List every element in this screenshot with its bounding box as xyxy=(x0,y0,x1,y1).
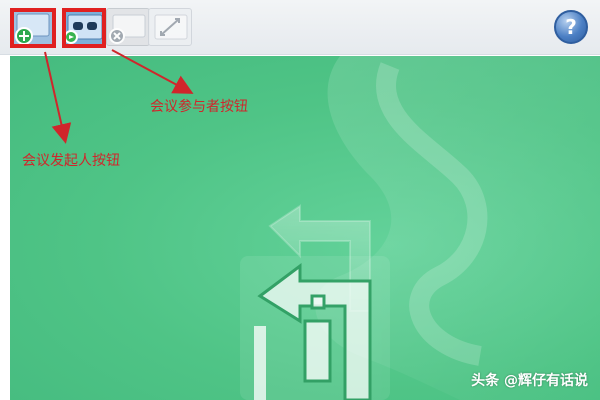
participant-icon xyxy=(64,14,103,44)
help-button[interactable]: ? xyxy=(554,10,588,44)
close-icon xyxy=(109,14,146,44)
watermark: 头条 @辉仔有话说 xyxy=(471,373,588,389)
expand-button[interactable] xyxy=(148,8,192,46)
background-smoke xyxy=(240,56,600,400)
meeting-participant-button[interactable] xyxy=(62,8,106,46)
add-user-icon xyxy=(15,13,50,45)
meeting-participant-annotation: 会议参与者按钮 xyxy=(150,99,248,115)
meeting-initiator-annotation: 会议发起人按钮 xyxy=(22,153,120,169)
meeting-initiator-button[interactable] xyxy=(10,8,54,46)
close-button[interactable] xyxy=(106,8,150,46)
meeting-content-area xyxy=(10,56,600,400)
toolbar: ? xyxy=(0,0,600,55)
help-icon: ? xyxy=(565,15,577,39)
app-window: ? 会议参与者按钮 会议发起人按钮 头条 @辉仔有话说 xyxy=(0,0,600,400)
expand-icon xyxy=(154,14,188,40)
